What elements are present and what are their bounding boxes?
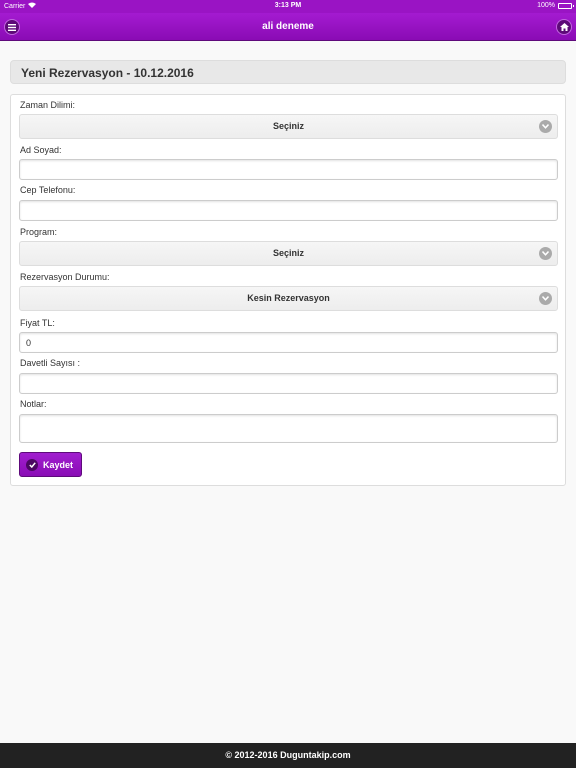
reservation-status-select[interactable]: Kesin Rezervasyon [19, 286, 558, 311]
reservation-status-label: Rezervasyon Durumu: [20, 272, 110, 282]
chevron-down-icon [539, 247, 552, 260]
save-button[interactable]: Kaydet [19, 452, 82, 477]
time-slot-select[interactable]: Seçiniz [19, 114, 558, 139]
home-icon [559, 18, 569, 36]
status-time: 3:13 PM [274, 2, 302, 9]
program-select[interactable]: Seçiniz [19, 241, 558, 266]
battery-percent: 100% [537, 2, 555, 9]
page-title: Yeni Rezervasyon - 10.12.2016 [10, 60, 566, 84]
battery-icon [558, 2, 574, 9]
home-button[interactable] [556, 19, 572, 35]
chevron-down-icon [539, 292, 552, 305]
save-button-label: Kaydet [43, 459, 74, 470]
battery-info: 100% [537, 2, 574, 9]
mobile-phone-field[interactable] [19, 200, 558, 221]
app-title: ali deneme [262, 21, 314, 32]
check-icon [26, 458, 38, 471]
full-name-field[interactable] [19, 159, 558, 180]
notes-label: Notlar: [20, 399, 47, 409]
program-label: Program: [20, 227, 58, 237]
time-slot-value: Seçiniz [272, 121, 304, 131]
reservation-form: Zaman Dilimi: Seçiniz Ad Soyad: Cep Tele… [10, 94, 566, 486]
full-name-label: Ad Soyad: [20, 145, 62, 155]
time-slot-label: Zaman Dilimi: [20, 100, 76, 110]
app-header: ali deneme [0, 13, 576, 41]
status-bar: Carrier 3:13 PM 100% [0, 0, 576, 13]
mobile-phone-label: Cep Telefonu: [20, 185, 76, 195]
program-value: Seçiniz [272, 248, 304, 258]
notes-textarea[interactable] [19, 414, 558, 443]
footer: © 2012-2016 Duguntakip.com [0, 743, 576, 768]
guest-count-label: Davetli Sayısı : [20, 358, 81, 368]
price-label: Fiyat TL: [20, 318, 55, 328]
chevron-down-icon [539, 120, 552, 133]
reservation-status-value: Kesin Rezervasyon [247, 293, 330, 303]
price-field[interactable]: 0 [19, 332, 558, 353]
guest-count-field[interactable] [19, 373, 558, 394]
